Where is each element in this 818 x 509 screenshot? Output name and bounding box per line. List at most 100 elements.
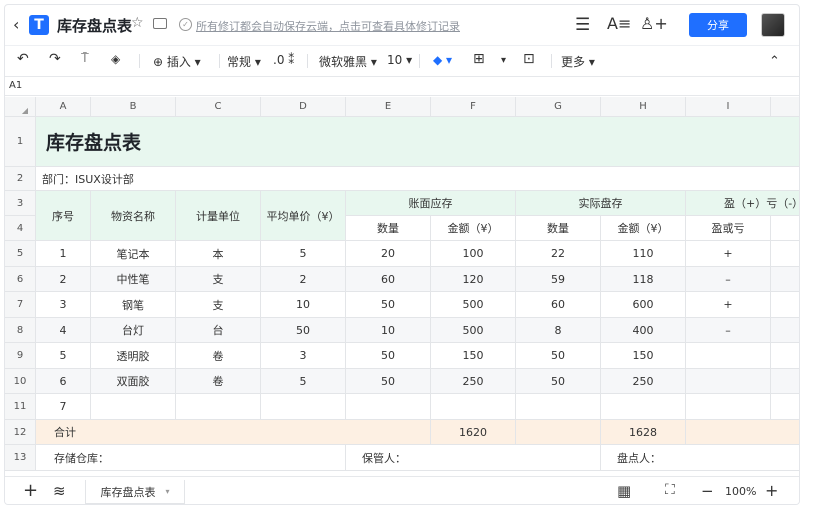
total-book-amount[interactable]: 1620 xyxy=(431,420,516,445)
cell-unit[interactable]: 卷 xyxy=(176,369,261,394)
cell-name[interactable]: 钢笔 xyxy=(91,292,176,318)
cell-name[interactable]: 台灯 xyxy=(91,318,176,343)
cell-profit-loss[interactable]: – xyxy=(686,318,771,343)
redo-icon[interactable]: ↷ xyxy=(49,51,61,67)
cell-name[interactable]: 中性笔 xyxy=(91,267,176,292)
sheet-tab[interactable]: 库存盘点表 ▾ xyxy=(85,480,185,504)
cell-reference[interactable]: A1 xyxy=(9,80,22,91)
header-unit[interactable]: 计量单位 xyxy=(176,191,261,241)
total-label-cell[interactable]: 合计 xyxy=(36,420,431,445)
row-header-9[interactable]: 9 xyxy=(5,343,36,369)
table-cell[interactable] xyxy=(516,420,601,445)
cell-profit-loss[interactable] xyxy=(686,343,771,369)
header-actual-qty[interactable]: 数量 xyxy=(516,216,601,241)
cell-actual-qty[interactable]: 50 xyxy=(516,369,601,394)
cell-price[interactable]: 5 xyxy=(261,369,346,394)
decimal-stepper[interactable]: .0 ⁑ xyxy=(273,53,294,67)
save-status-link[interactable]: 所有修订都会自动保存云端，点击可查看具体修订记录 xyxy=(196,18,460,34)
fullscreen-icon[interactable]: ⛶ xyxy=(665,482,675,498)
zoom-out-icon[interactable]: − xyxy=(701,482,714,500)
cell-unit[interactable]: 支 xyxy=(176,292,261,318)
add-collaborator-icon[interactable]: ♙+ xyxy=(640,14,668,33)
column-header-f[interactable]: F xyxy=(431,97,516,117)
cell-book-qty[interactable]: 50 xyxy=(346,292,431,318)
cell-seq[interactable]: 3 xyxy=(36,292,91,318)
total-actual-amount[interactable]: 1628 xyxy=(601,420,686,445)
cell-actual-amount[interactable]: 600 xyxy=(601,292,686,318)
cell-book-qty[interactable]: 60 xyxy=(346,267,431,292)
menu-icon[interactable]: ☰ xyxy=(575,15,590,35)
column-header-e[interactable]: E xyxy=(346,97,431,117)
header-profit-or-loss[interactable]: 盈或亏 xyxy=(686,216,771,241)
border-icon[interactable]: ⊞ xyxy=(473,51,485,67)
format-painter-icon[interactable]: ⍑ xyxy=(81,51,89,66)
keeper-cell[interactable]: 保管人： xyxy=(346,445,601,471)
cell-actual-amount[interactable]: 250 xyxy=(601,369,686,394)
share-button[interactable]: 分享 xyxy=(689,13,747,37)
table-cell[interactable] xyxy=(771,241,799,267)
row-header-3[interactable]: 3 xyxy=(5,191,36,216)
header-book-qty[interactable]: 数量 xyxy=(346,216,431,241)
document-title[interactable]: 库存盘点表 xyxy=(57,15,132,36)
cell-actual-qty[interactable]: 50 xyxy=(516,343,601,369)
table-cell[interactable] xyxy=(771,292,799,318)
cell-name[interactable]: 透明胶 xyxy=(91,343,176,369)
zoom-in-icon[interactable]: + xyxy=(765,481,778,500)
table-cell[interactable] xyxy=(771,267,799,292)
column-header-b[interactable]: B xyxy=(91,97,176,117)
table-cell[interactable] xyxy=(771,394,799,420)
more-menu[interactable]: 更多 ▾ xyxy=(561,53,595,70)
row-header-10[interactable]: 10 xyxy=(5,369,36,394)
layers-icon[interactable]: ≋ xyxy=(53,482,66,500)
row-header-12[interactable]: 12 xyxy=(5,420,36,445)
column-header-c[interactable]: C xyxy=(176,97,261,117)
cell-seq[interactable]: 6 xyxy=(36,369,91,394)
cell-price[interactable]: 3 xyxy=(261,343,346,369)
cell-book-qty[interactable]: 20 xyxy=(346,241,431,267)
cell-price[interactable]: 5 xyxy=(261,241,346,267)
cell-seq[interactable]: 5 xyxy=(36,343,91,369)
header-book[interactable]: 账面应存 xyxy=(346,191,516,216)
folder-icon[interactable] xyxy=(153,18,167,29)
header-book-amount[interactable]: 金额（¥） xyxy=(431,216,516,241)
cell-book-qty[interactable] xyxy=(346,394,431,420)
cell-book-amount[interactable]: 250 xyxy=(431,369,516,394)
cell-profit-loss[interactable] xyxy=(686,394,771,420)
cell-profit-loss[interactable]: + xyxy=(686,292,771,318)
border-caret-icon[interactable]: ▾ xyxy=(501,55,506,66)
undo-icon[interactable]: ↶ xyxy=(17,51,29,67)
font-family-dropdown[interactable]: 微软雅黑 ▾ xyxy=(319,53,377,70)
sheet-title-cell[interactable]: 库存盘点表 xyxy=(36,117,799,167)
warehouse-cell[interactable]: 存储仓库： xyxy=(36,445,346,471)
column-header-d[interactable]: D xyxy=(261,97,346,117)
cell-actual-amount[interactable]: 400 xyxy=(601,318,686,343)
cell-name[interactable]: 笔记本 xyxy=(91,241,176,267)
number-format-dropdown[interactable]: 常规 ▾ xyxy=(227,53,261,70)
row-header-8[interactable]: 8 xyxy=(5,318,36,343)
table-cell[interactable] xyxy=(686,420,799,445)
cell-book-qty[interactable]: 50 xyxy=(346,369,431,394)
eraser-icon[interactable]: ◈ xyxy=(111,52,120,66)
column-header-i[interactable]: I xyxy=(686,97,771,117)
header-seq[interactable]: 序号 xyxy=(36,191,91,241)
cell-book-amount[interactable] xyxy=(431,394,516,420)
cell-price[interactable]: 10 xyxy=(261,292,346,318)
cell-price[interactable]: 50 xyxy=(261,318,346,343)
cell-price[interactable]: 2 xyxy=(261,267,346,292)
font-size-dropdown[interactable]: 10 ▾ xyxy=(387,53,412,67)
row-header-13[interactable]: 13 xyxy=(5,445,36,471)
cell-actual-amount[interactable]: 110 xyxy=(601,241,686,267)
cell-actual-amount[interactable]: 150 xyxy=(601,343,686,369)
select-all-corner[interactable]: ◢ xyxy=(5,97,36,117)
cell-seq[interactable]: 4 xyxy=(36,318,91,343)
cell-book-amount[interactable]: 100 xyxy=(431,241,516,267)
collapse-toolbar-icon[interactable]: ⌃ xyxy=(769,54,780,69)
grid-view-icon[interactable]: ▦ xyxy=(617,482,631,500)
column-header-a[interactable]: A xyxy=(36,97,91,117)
cell-price[interactable] xyxy=(261,394,346,420)
sheet-tab-caret-icon[interactable]: ▾ xyxy=(165,487,169,496)
cell-unit[interactable]: 卷 xyxy=(176,343,261,369)
fill-color-icon[interactable]: ◆ ▾ xyxy=(433,53,452,67)
table-cell[interactable] xyxy=(771,318,799,343)
cell-actual-qty[interactable]: 22 xyxy=(516,241,601,267)
